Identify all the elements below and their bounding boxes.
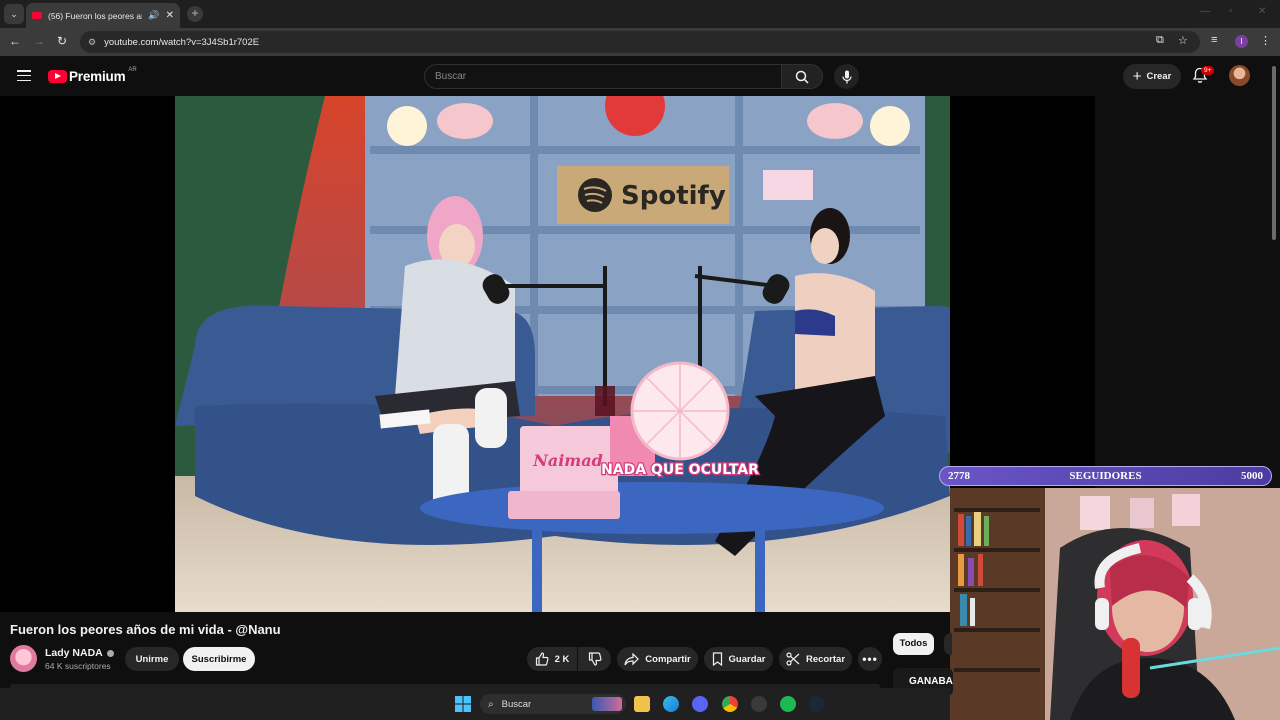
youtube-logo[interactable]: Premium AR <box>48 66 137 84</box>
subscribe-button[interactable]: Suscribirme <box>183 647 255 671</box>
share-icon <box>624 652 640 665</box>
share-button[interactable]: Compartir <box>617 647 698 671</box>
webcam-overlay <box>950 488 1280 720</box>
edge-browser-icon[interactable] <box>663 696 679 712</box>
clip-button[interactable]: Recortar <box>779 647 852 671</box>
logo-wordmark: Premium <box>69 69 126 84</box>
more-horizontal-icon: ••• <box>862 652 878 666</box>
bookmark-star-icon[interactable]: ☆ <box>1178 34 1188 47</box>
channel-name[interactable]: Lady NADA <box>45 647 114 659</box>
browser-menu-icon[interactable]: ⋮ <box>1260 34 1271 47</box>
clip-label: Recortar <box>805 653 846 665</box>
steam-icon[interactable] <box>809 696 825 712</box>
followers-current: 2778 <box>948 470 970 482</box>
country-code: AR <box>128 66 137 73</box>
discord-icon[interactable] <box>692 696 708 712</box>
speaker-icon[interactable]: 🔊 <box>148 10 159 21</box>
channel-avatar[interactable] <box>10 645 37 672</box>
wheel-caption: NADA QUE OCULTAR <box>601 462 759 478</box>
save-button[interactable]: Guardar <box>704 647 773 671</box>
save-label: Guardar <box>728 653 766 665</box>
dislike-button[interactable] <box>578 647 611 671</box>
like-button[interactable]: 2 K <box>527 647 577 671</box>
followers-label: SEGUIDORES <box>1069 470 1142 482</box>
browser-tab-strip: ⌄ (56) Fueron los peores años de mi vida… <box>0 0 1280 28</box>
hamburger-menu-icon[interactable] <box>17 70 31 81</box>
more-actions-button[interactable]: ••• <box>858 647 882 671</box>
voice-search-button[interactable] <box>834 64 859 89</box>
obs-icon[interactable] <box>751 696 767 712</box>
create-label: Crear <box>1146 71 1172 82</box>
followers-goal: 5000 <box>1240 470 1263 482</box>
filter-chip-all[interactable]: Todos <box>893 633 934 655</box>
browser-profile-avatar[interactable]: I <box>1235 35 1248 48</box>
site-info-icon[interactable]: ⚙ <box>88 37 96 48</box>
follower-goal-bar: 2778 SEGUIDORES 5000 <box>939 466 1272 486</box>
bookmark-icon <box>712 652 722 666</box>
close-tab-icon[interactable]: ✕ <box>166 10 174 21</box>
scrollbar-thumb[interactable] <box>1272 66 1276 240</box>
subscriber-count: 64 K suscriptores <box>45 661 111 671</box>
video-frame[interactable]: Spotify Naimad NADA QUE OCULTAR <box>175 96 950 612</box>
box-brand-text: Naimad <box>532 451 603 470</box>
search-button[interactable] <box>781 64 823 89</box>
taskbar-search-icon: ⌕ <box>488 698 494 710</box>
youtube-favicon-icon <box>32 12 42 19</box>
file-explorer-icon[interactable] <box>634 696 650 712</box>
maximize-icon[interactable]: ▫ <box>1229 6 1233 17</box>
microphone-icon <box>841 70 852 83</box>
webcam-scene <box>950 488 1280 720</box>
youtube-header: Premium AR Buscar + Crear 9+ <box>0 56 1280 96</box>
scissors-icon <box>786 652 800 666</box>
new-tab-button[interactable]: + <box>187 6 203 22</box>
search-input[interactable]: Buscar <box>424 64 782 89</box>
back-icon[interactable]: ← <box>9 34 21 48</box>
youtube-play-icon <box>48 70 67 83</box>
video-scene: Spotify Naimad NADA QUE OCULTAR <box>175 96 950 612</box>
join-button[interactable]: Unirme <box>125 647 179 671</box>
page-scrollbar[interactable] <box>1271 60 1277 680</box>
window-close-icon[interactable]: ✕ <box>1258 6 1266 17</box>
forward-icon[interactable]: → <box>33 34 45 48</box>
video-title: Fueron los peores años de mi vida - @Nan… <box>10 622 281 637</box>
chrome-icon[interactable] <box>722 696 738 712</box>
thumbs-down-icon <box>588 652 602 666</box>
media-control-icon[interactable]: ≡ <box>1211 34 1217 46</box>
minimize-icon[interactable]: — <box>1200 6 1210 17</box>
taskbar-search-box[interactable]: ⌕ Buscar <box>480 694 626 714</box>
windows-taskbar <box>0 688 950 720</box>
thumbs-up-icon <box>535 652 549 666</box>
share-label: Compartir <box>645 653 691 665</box>
spotify-sign-text: Spotify <box>621 181 726 211</box>
address-bar[interactable]: ⚙ youtube.com/watch?v=3J4Sb1r702E <box>80 31 1200 53</box>
plus-icon: + <box>1132 67 1142 85</box>
notification-badge: 9+ <box>1201 66 1215 75</box>
search-icon <box>795 70 809 84</box>
channel-name-text: Lady NADA <box>45 647 103 659</box>
search-highlight-icon <box>592 697 622 711</box>
tab-title: (56) Fueron los peores años de mi vida -… <box>48 10 142 21</box>
tab-search-button[interactable]: ⌄ <box>4 4 24 24</box>
like-count: 2 K <box>554 653 570 665</box>
spotify-icon[interactable] <box>780 696 796 712</box>
taskbar-search-placeholder: Buscar <box>501 698 532 710</box>
browser-tab-active[interactable]: (56) Fueron los peores años de mi vida -… <box>26 3 180 28</box>
filter-chip-next[interactable] <box>944 633 952 655</box>
install-app-icon[interactable]: ⧉ <box>1156 34 1164 47</box>
verified-icon <box>106 649 114 657</box>
url-text: youtube.com/watch?v=3J4Sb1r702E <box>104 36 260 48</box>
windows-start-icon[interactable] <box>455 696 471 712</box>
user-avatar[interactable] <box>1229 65 1250 86</box>
browser-toolbar: ← → ↻ ⚙ youtube.com/watch?v=3J4Sb1r702E <box>0 28 1280 56</box>
reload-icon[interactable]: ↻ <box>57 34 67 48</box>
create-button[interactable]: + Crear <box>1123 64 1181 89</box>
